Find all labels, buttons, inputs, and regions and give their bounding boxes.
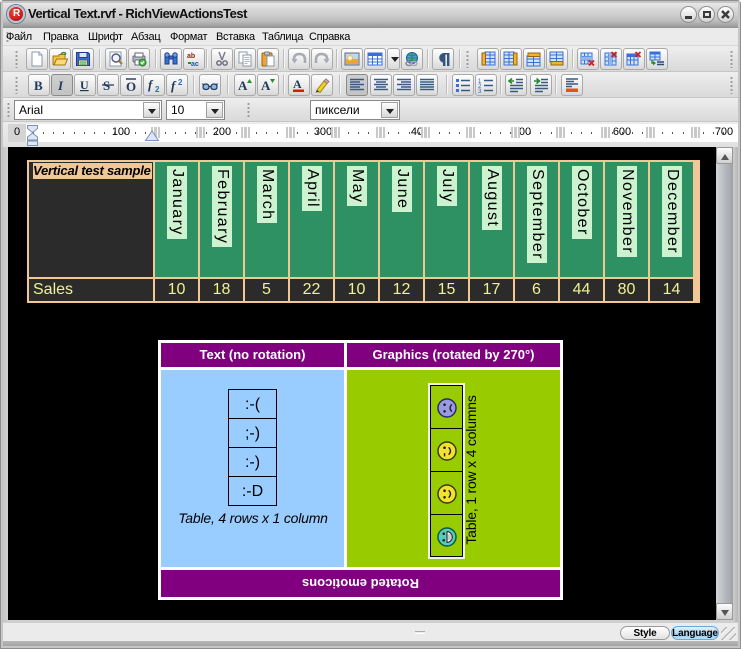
svg-text:A: A — [238, 78, 248, 93]
svg-text:2: 2 — [178, 78, 183, 87]
svg-text:3: 3 — [478, 89, 482, 93]
svg-text:I: I — [57, 78, 64, 93]
svg-text:A: A — [293, 77, 302, 91]
svg-text:2: 2 — [155, 85, 160, 93]
svg-text:A: A — [261, 78, 271, 93]
svg-text:U: U — [80, 78, 89, 92]
svg-text:ab: ab — [187, 53, 195, 60]
svg-text:B: B — [34, 78, 43, 93]
svg-text:O: O — [126, 79, 136, 93]
svg-text:f: f — [148, 77, 154, 92]
svg-text:ac: ac — [191, 61, 199, 67]
svg-text:f: f — [171, 78, 177, 93]
